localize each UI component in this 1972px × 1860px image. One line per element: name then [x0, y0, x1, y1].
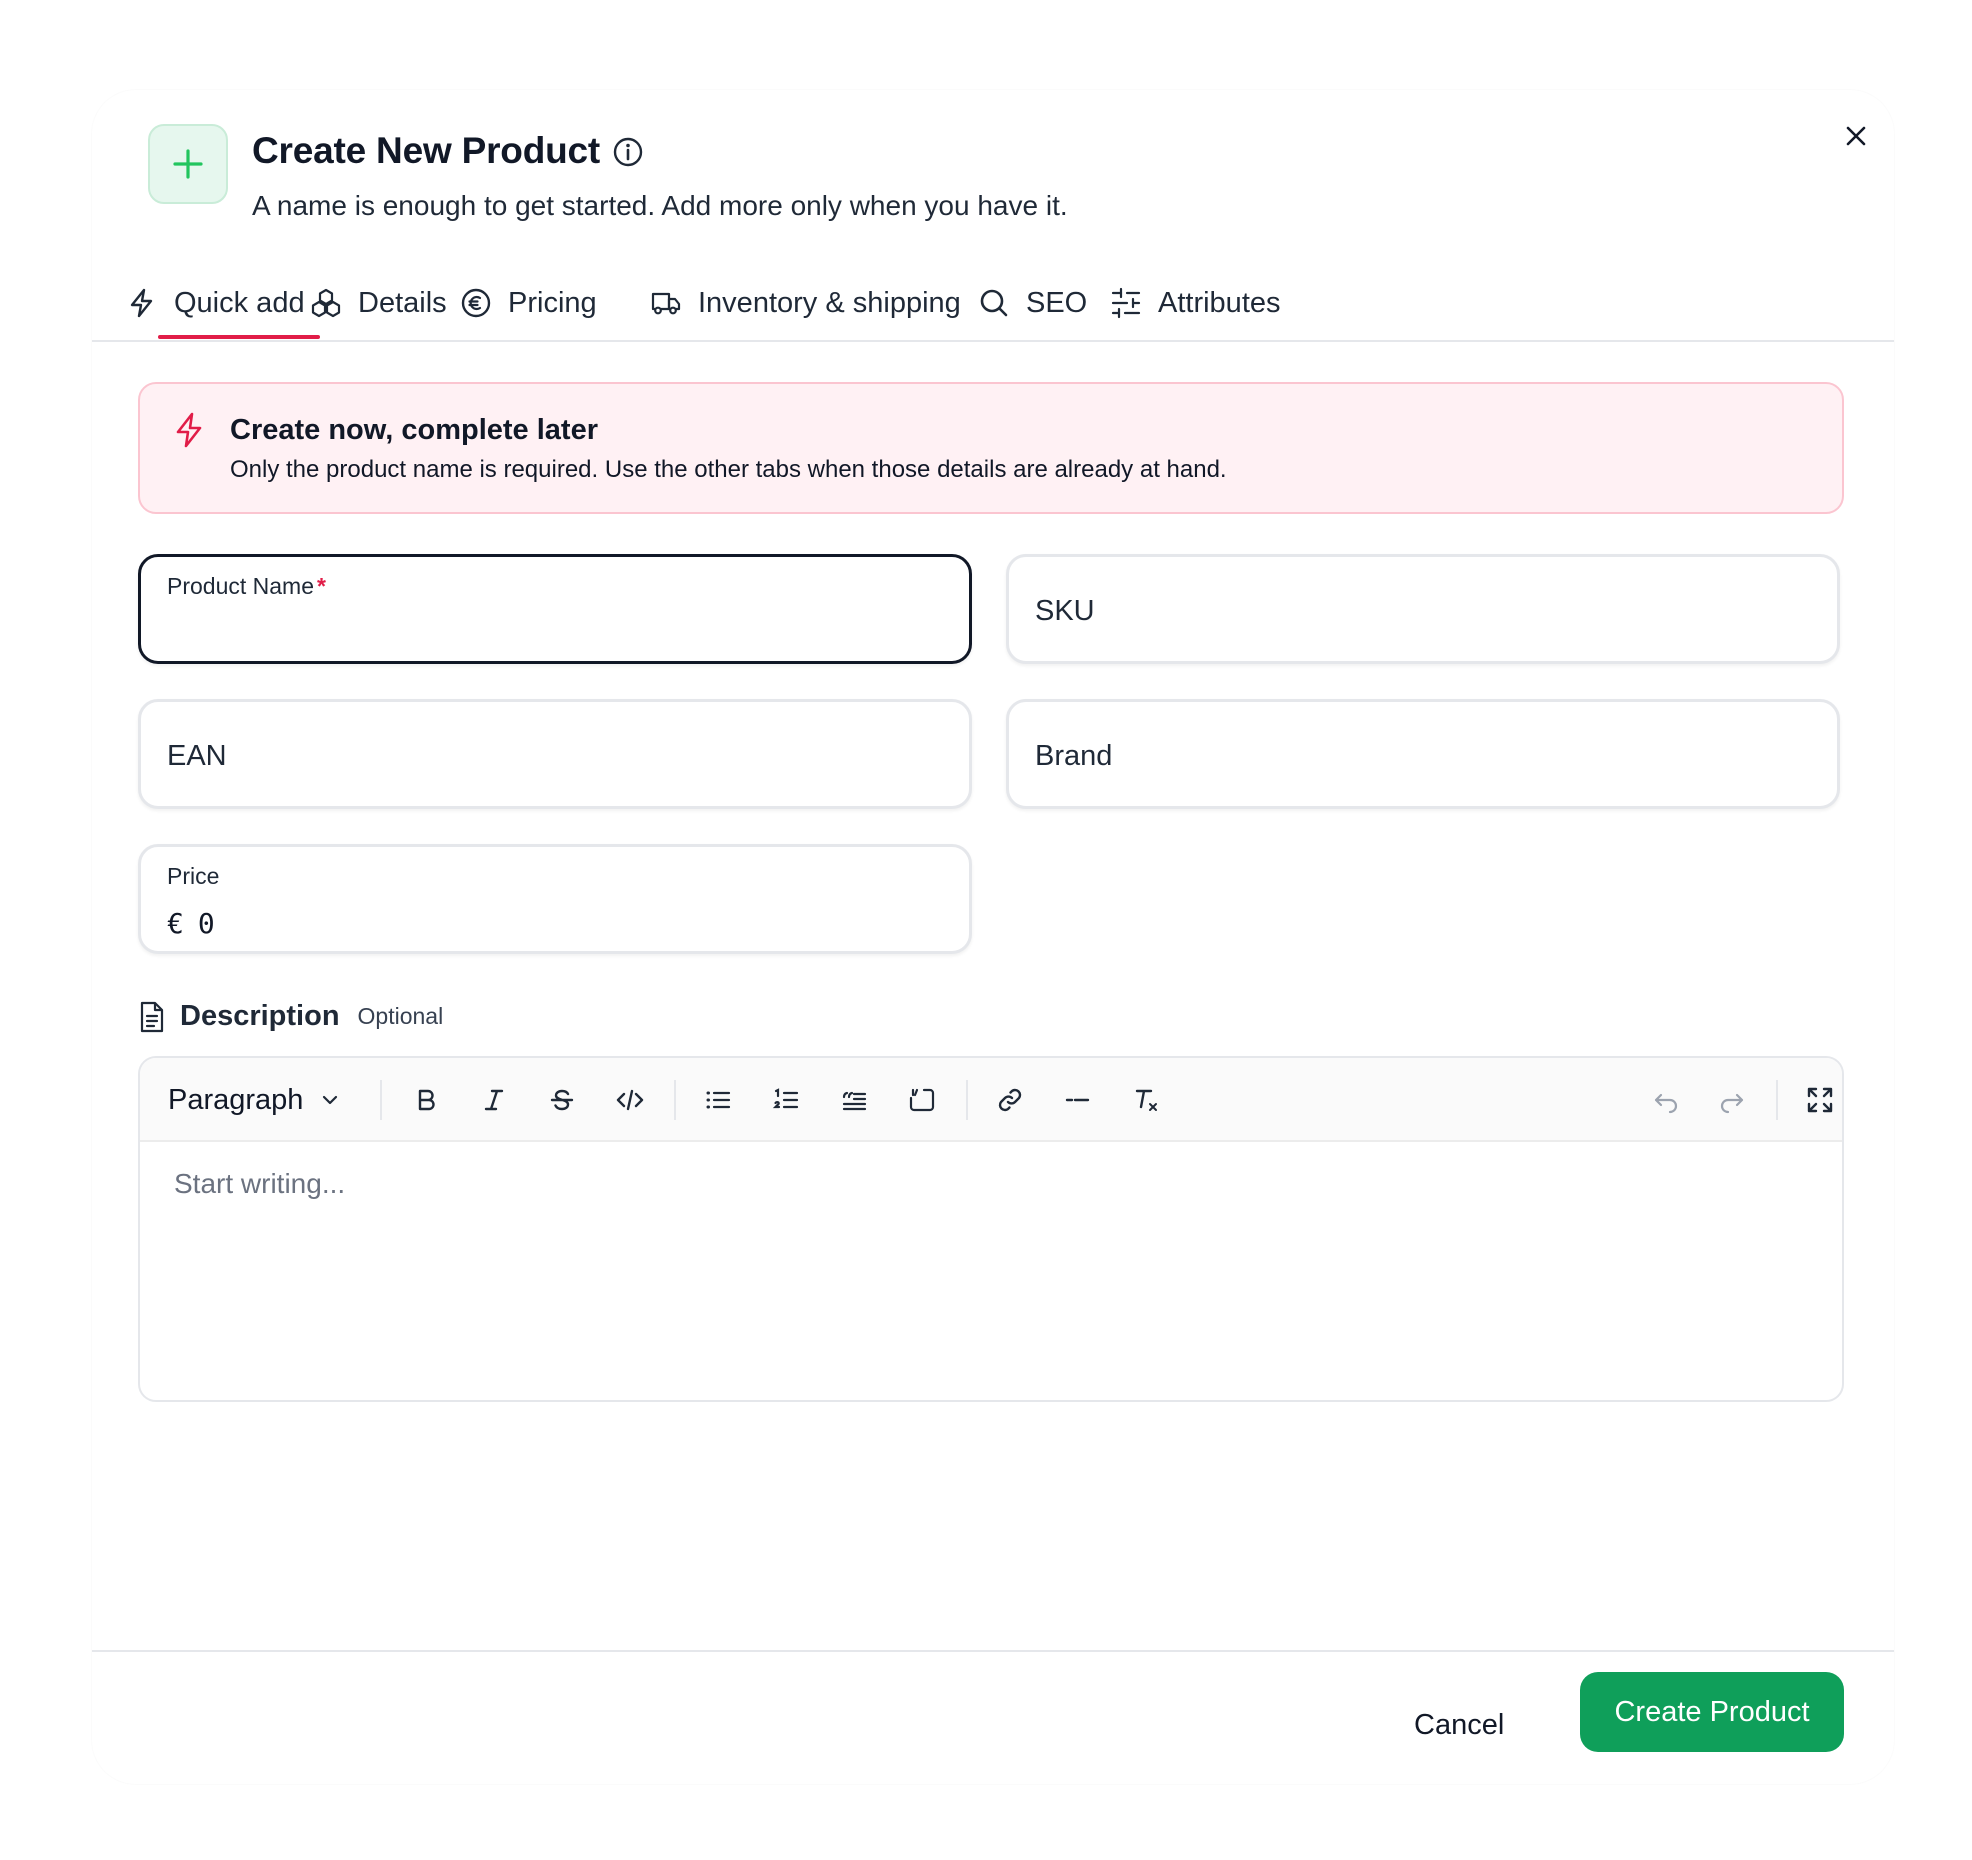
bullet-list-icon: [706, 1091, 731, 1109]
product-name-input[interactable]: [167, 611, 947, 647]
close-button[interactable]: [1836, 116, 1876, 156]
footer-divider: [92, 1650, 1894, 1652]
bolt-icon: [130, 288, 153, 318]
ean-label: EAN: [167, 740, 227, 772]
fullscreen-button[interactable]: [1798, 1078, 1842, 1122]
optional-badge: Optional: [357, 1003, 444, 1029]
undo-button[interactable]: [1644, 1078, 1688, 1122]
document-icon: [140, 1001, 164, 1032]
toolbar-separator: [1776, 1080, 1778, 1120]
sliders-icon: [1111, 287, 1141, 319]
undo-icon: [1654, 1093, 1678, 1114]
price-field[interactable]: Price € 0: [138, 844, 972, 954]
product-name-label: Product Name *: [167, 573, 326, 600]
description-header: Description Optional: [138, 1000, 443, 1033]
italic-button[interactable]: [472, 1078, 516, 1122]
toolbar-separator: [966, 1080, 968, 1120]
product-name-label-text: Product Name: [167, 573, 315, 599]
tab-quick-add[interactable]: Quick add: [114, 266, 317, 340]
blockquote-button[interactable]: [832, 1078, 876, 1122]
strikethrough-icon: [550, 1089, 574, 1111]
modal-subtitle: A name is enough to get started. Add mor…: [252, 190, 1068, 221]
modal-title: Create New Product: [252, 130, 600, 171]
create-product-modal: Create New Product A name is enough to g…: [92, 90, 1894, 1784]
toolbar-separator: [674, 1080, 676, 1120]
price-label: Price: [167, 863, 220, 889]
ordered-list-button[interactable]: [764, 1078, 808, 1122]
active-tab-indicator: [158, 335, 320, 339]
tab-label: Inventory & shipping: [698, 286, 961, 319]
info-icon[interactable]: [612, 136, 644, 168]
create-product-button[interactable]: Create Product: [1580, 1672, 1844, 1752]
horizontal-rule-icon: [1065, 1098, 1090, 1102]
code-icon: [616, 1089, 644, 1111]
link-button[interactable]: [988, 1078, 1032, 1122]
price-value[interactable]: € 0: [167, 907, 215, 940]
cancel-button[interactable]: Cancel: [1414, 1700, 1504, 1750]
strikethrough-button[interactable]: [540, 1078, 584, 1122]
link-icon: [998, 1088, 1022, 1112]
ean-field[interactable]: EAN: [138, 699, 972, 809]
ordered-list-icon: [772, 1088, 799, 1109]
bold-button[interactable]: [404, 1078, 448, 1122]
tab-pricing[interactable]: Pricing: [448, 266, 609, 340]
close-icon: [1846, 126, 1866, 146]
tab-seo[interactable]: SEO: [966, 266, 1099, 340]
redo-icon: [1720, 1093, 1744, 1114]
required-mark: *: [317, 573, 326, 599]
description-title: Description: [180, 1000, 340, 1032]
plus-icon: [173, 149, 203, 179]
info-alert: Create now, complete later Only the prod…: [138, 382, 1844, 514]
editor-content[interactable]: Start writing...: [174, 1168, 345, 1200]
bullet-list-button[interactable]: [696, 1078, 740, 1122]
tab-label: SEO: [1026, 286, 1088, 319]
toolbar-separator: [380, 1080, 382, 1120]
code-block-button[interactable]: [900, 1078, 944, 1122]
tab-details[interactable]: Details: [298, 266, 459, 340]
product-name-field[interactable]: Product Name *: [138, 554, 972, 664]
chevron-down-icon: [323, 1095, 338, 1105]
paragraph-select[interactable]: Paragraph: [168, 1080, 339, 1120]
editor-toolbar: Paragraph: [140, 1058, 1842, 1142]
tab-label: Attributes: [1158, 286, 1281, 319]
truck-icon: [651, 292, 681, 315]
tab-label: Pricing: [508, 286, 597, 319]
currency-symbol: €: [167, 907, 184, 940]
alert-body: Only the product name is required. Use t…: [230, 456, 1227, 483]
brand-label: Brand: [1035, 740, 1113, 772]
code-block-icon: [909, 1088, 935, 1112]
cubes-icon: [311, 288, 341, 318]
brand-field[interactable]: Brand: [1006, 699, 1840, 809]
sku-field[interactable]: SKU: [1006, 554, 1840, 664]
paragraph-select-label: Paragraph: [168, 1083, 304, 1116]
code-button[interactable]: [608, 1078, 652, 1122]
tab-attributes[interactable]: Attributes: [1098, 266, 1293, 340]
price-amount: 0: [197, 907, 215, 940]
alert-title: Create now, complete later: [230, 414, 598, 446]
euro-icon: [461, 288, 491, 318]
tab-label: Quick add: [174, 286, 305, 319]
bold-icon: [418, 1089, 435, 1111]
plus-badge: [148, 124, 228, 204]
italic-icon: [484, 1089, 504, 1111]
bolt-icon: [176, 412, 202, 448]
tab-bar: Quick add Details Pricing Inventory & sh…: [92, 266, 1894, 342]
sku-label: SKU: [1035, 595, 1095, 627]
rich-text-editor: Paragraph Start writing...: [138, 1056, 1844, 1402]
clear-formatting-button[interactable]: [1124, 1078, 1168, 1122]
blockquote-icon: [842, 1091, 867, 1111]
horizontal-rule-button[interactable]: [1056, 1078, 1100, 1122]
fullscreen-icon: [1807, 1087, 1833, 1113]
search-icon: [980, 289, 1008, 317]
clear-formatting-icon: [1135, 1089, 1157, 1111]
tab-label: Details: [358, 286, 447, 319]
redo-button[interactable]: [1710, 1078, 1754, 1122]
tab-inventory-shipping[interactable]: Inventory & shipping: [638, 266, 973, 340]
